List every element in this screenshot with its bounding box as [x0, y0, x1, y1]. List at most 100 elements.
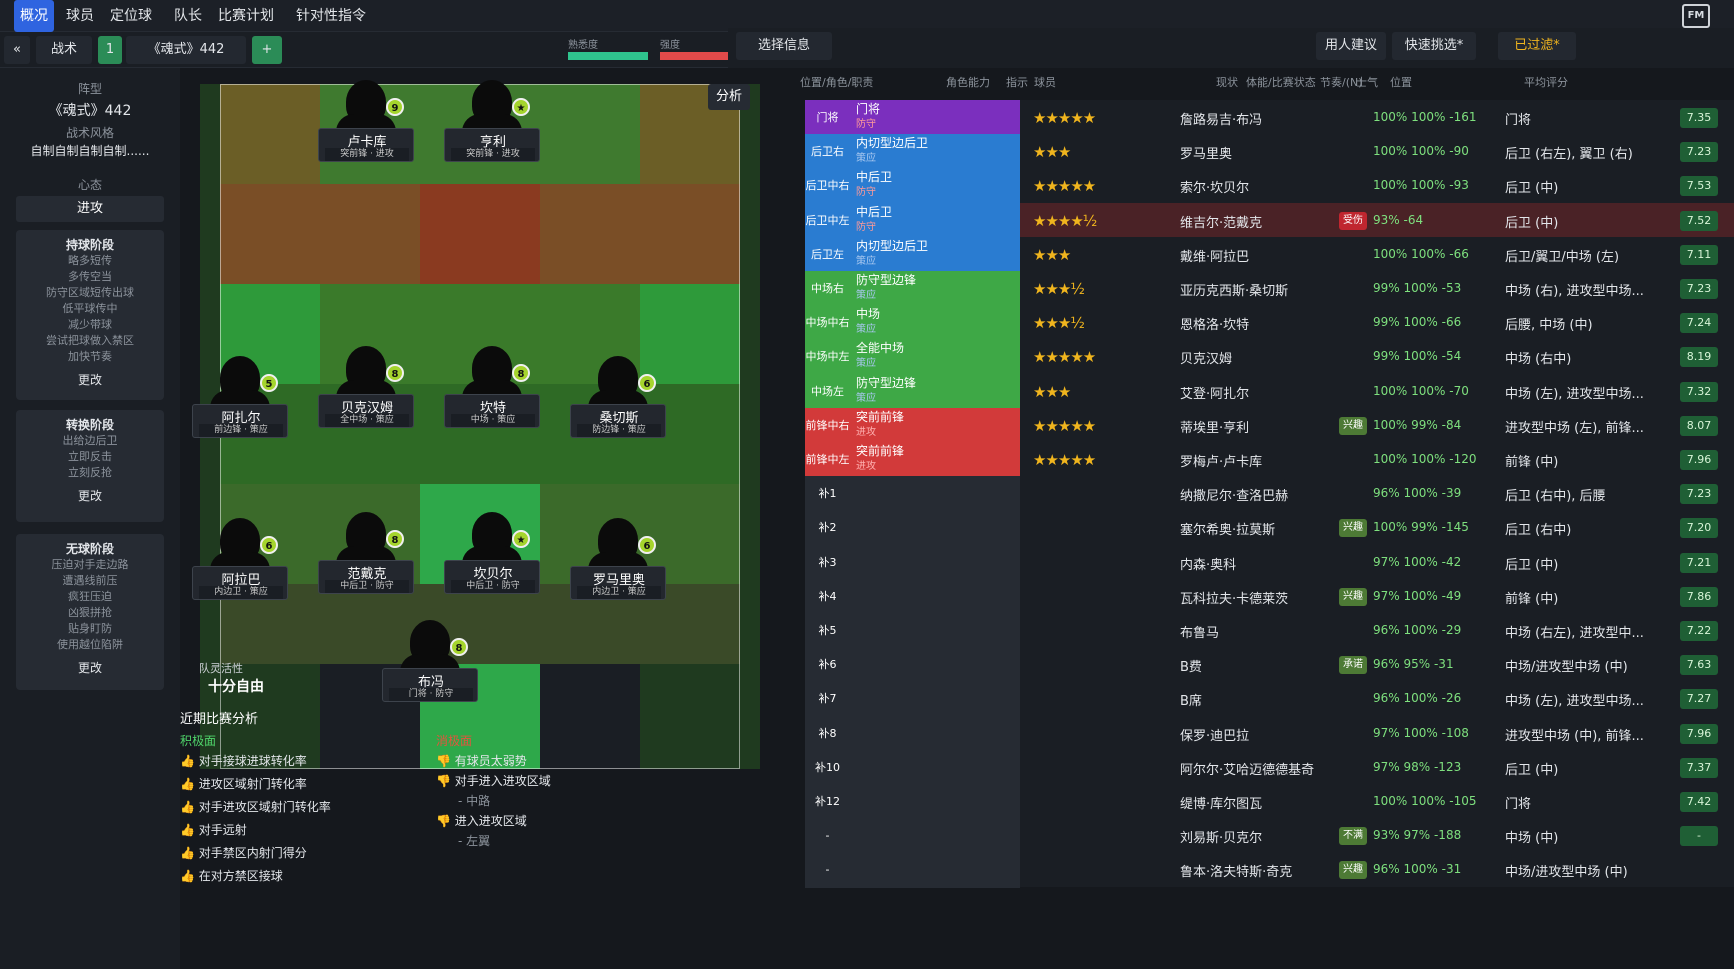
formation-value[interactable]: 《魂式》442 — [0, 100, 180, 120]
position-cell[interactable]: 后卫右 — [805, 134, 850, 171]
player-card[interactable]: ★ 坎贝尔 中后卫 · 防守 — [444, 512, 540, 594]
table-row[interactable]: 中场中左 全能中场 策应 ★★★★★ 贝克汉姆 99% 100% -54 中场 (右中) 8.… — [805, 339, 1734, 376]
change-button[interactable]: 更改 — [16, 371, 164, 388]
table-row[interactable]: 前锋中右 突前前锋 进攻 ★★★★★ 蒂埃里·亨利 兴趣 100% 99% -84 进攻型中场… — [805, 407, 1734, 444]
table-row[interactable]: - 刘易斯·贝克尔 不满 93% 97% -188 中场 (中) - — [805, 818, 1734, 855]
role-cell[interactable]: 中场 策应 — [850, 305, 1020, 342]
player-card[interactable]: 6 桑切斯 防边锋 · 策应 — [570, 356, 666, 438]
table-row[interactable]: 补5 布鲁马 96% 100% -29 中场 (右左), 进攻型中... 7.22 — [805, 613, 1734, 649]
player-name[interactable]: 詹路易吉·布冯 — [1180, 109, 1262, 128]
role-cell[interactable] — [850, 852, 1020, 889]
position-cell[interactable]: 前锋中左 — [805, 442, 850, 478]
player-card[interactable]: 8 范戴克 中后卫 · 防守 — [318, 512, 414, 594]
table-row[interactable]: 后卫左 内切型边后卫 策应 ★★★ 戴维·阿拉巴 100% 100% -66 后卫/翼卫/中… — [805, 236, 1734, 273]
column-header[interactable]: 位置 — [1390, 74, 1412, 90]
position-cell[interactable]: 中场左 — [805, 373, 850, 410]
player-name[interactable]: B席 — [1180, 690, 1202, 709]
table-row[interactable]: 中场右 防守型边锋 策应 ★★★½ 亚历克西斯·桑切斯 99% 100% -53 中场 (右… — [805, 271, 1734, 307]
position-cell[interactable]: 后卫中左 — [805, 202, 850, 239]
role-cell[interactable] — [850, 510, 1020, 547]
role-cell[interactable]: 中后卫 防守 — [850, 168, 1020, 205]
menu-opposition[interactable]: 针对性指令 — [296, 0, 380, 32]
player-name[interactable]: 戴维·阿拉巴 — [1180, 246, 1249, 265]
in-possession-phase[interactable]: 持球阶段 略多短传 多传空当 防守区域短传出球 低平球传中 减少带球 尝试把球做… — [16, 230, 164, 400]
table-row[interactable]: 补8 保罗·迪巴拉 97% 100% -108 进攻型中场 (中), 前锋... 7.9… — [805, 715, 1734, 752]
role-cell[interactable]: 突前前锋 进攻 — [850, 442, 1020, 478]
player-name[interactable]: 贝克汉姆 — [1180, 348, 1232, 367]
tactics-button[interactable]: 战术 — [36, 36, 92, 64]
tactic-slot[interactable]: 1 — [98, 36, 122, 64]
change-button[interactable]: 更改 — [16, 659, 164, 676]
column-header[interactable]: 球员 — [1034, 74, 1056, 90]
quick-pick-button[interactable]: 快速挑选* — [1392, 32, 1476, 60]
role-cell[interactable] — [850, 647, 1020, 684]
position-cell[interactable]: 中场右 — [805, 271, 850, 307]
player-name[interactable]: 亚历克西斯·桑切斯 — [1180, 280, 1288, 299]
analysis-title[interactable]: 近期比赛分析 — [180, 708, 258, 727]
player-role[interactable]: 中后卫 · 防守 — [325, 580, 409, 593]
role-cell[interactable] — [850, 613, 1020, 649]
table-row[interactable]: 前锋中左 突前前锋 进攻 ★★★★★ 罗梅卢·卢卡库 100% 100% -120 前锋 (… — [805, 442, 1734, 478]
position-cell[interactable]: 补12 — [805, 784, 850, 820]
menu-overview[interactable]: 概况 — [14, 0, 54, 32]
role-cell[interactable]: 防守型边锋 策应 — [850, 373, 1020, 410]
select-info-button[interactable]: 选择信息 — [736, 32, 832, 60]
player-card[interactable]: 6 罗马里奥 内边卫 · 策应 — [570, 518, 666, 600]
table-row[interactable]: 补12 缇博·库尔图瓦 100% 100% -105 门将 7.42 — [805, 784, 1734, 820]
column-header[interactable]: 指示 — [1006, 74, 1028, 90]
player-name[interactable]: 恩格洛·坎特 — [1180, 314, 1249, 333]
table-row[interactable]: 补6 B费 承诺 96% 95% -31 中场/进攻型中场 (中) 7.63 — [805, 647, 1734, 684]
menu-match-plan[interactable]: 比赛计划 — [218, 0, 288, 32]
menu-setpieces[interactable]: 定位球 — [110, 0, 166, 32]
table-row[interactable]: 补4 瓦科拉夫·卡德莱茨 兴趣 97% 100% -49 前锋 (中) 7.86 — [805, 578, 1734, 615]
player-name[interactable]: 缇博·库尔图瓦 — [1180, 793, 1262, 812]
role-cell[interactable] — [850, 749, 1020, 786]
player-name[interactable]: 纳撒尼尔·查洛巴赫 — [1180, 485, 1288, 504]
position-cell[interactable]: 补2 — [805, 510, 850, 547]
position-cell[interactable]: 补1 — [805, 476, 850, 513]
player-role[interactable]: 门将 · 防守 — [389, 688, 473, 701]
menu-captain[interactable]: 队长 — [174, 0, 214, 32]
column-header[interactable]: 士气 — [1356, 74, 1378, 90]
position-cell[interactable]: 补5 — [805, 613, 850, 649]
role-cell[interactable]: 门将 防守 — [850, 100, 1020, 136]
player-name[interactable]: 蒂埃里·亨利 — [1180, 417, 1249, 436]
player-name[interactable]: 罗梅卢·卢卡库 — [1180, 451, 1262, 470]
menu-players[interactable]: 球员 — [66, 0, 106, 32]
position-cell[interactable]: 补4 — [805, 578, 850, 615]
table-row[interactable]: 补1 纳撒尼尔·查洛巴赫 96% 100% -39 后卫 (右中), 后腰 7.23 — [805, 476, 1734, 513]
position-cell[interactable]: 补6 — [805, 647, 850, 684]
column-header[interactable]: 体能/比赛状态 — [1246, 74, 1316, 90]
player-name[interactable]: 刘易斯·贝克尔 — [1180, 827, 1262, 846]
table-row[interactable]: 后卫中右 中后卫 防守 ★★★★★ 索尔·坎贝尔 100% 100% -93 后卫 (中) 7… — [805, 168, 1734, 205]
table-row[interactable]: 补2 塞尔希奥·拉莫斯 兴趣 100% 99% -145 后卫 (右中) 7.20 — [805, 510, 1734, 547]
player-card[interactable]: 5 阿扎尔 前边锋 · 策应 — [192, 356, 288, 438]
position-cell[interactable]: 中场中左 — [805, 339, 850, 376]
out-of-possession-phase[interactable]: 无球阶段 压迫对手走边路 遭遇线前压 疯狂压迫 凶狠拼抢 贴身盯防 使用越位陷阱… — [16, 534, 164, 690]
formation-select[interactable]: 《魂式》442 — [126, 36, 246, 64]
player-card[interactable]: 8 贝克汉姆 全中场 · 策应 — [318, 346, 414, 428]
style-value[interactable]: 自制自制自制自制...... — [0, 142, 180, 159]
role-cell[interactable]: 防守型边锋 策应 — [850, 271, 1020, 307]
table-row[interactable]: 补7 B席 96% 100% -26 中场 (左), 进攻型中场... 7.27 — [805, 681, 1734, 718]
player-name[interactable]: 索尔·坎贝尔 — [1180, 177, 1249, 196]
player-name[interactable]: 布鲁马 — [1180, 622, 1219, 641]
analysis-button[interactable]: 分析 — [707, 84, 750, 110]
change-button[interactable]: 更改 — [16, 487, 164, 504]
position-cell[interactable]: 补8 — [805, 715, 850, 752]
role-cell[interactable] — [850, 681, 1020, 718]
player-name[interactable]: 瓦科拉夫·卡德莱茨 — [1180, 588, 1288, 607]
player-card[interactable]: ★ 亨利 突前锋 · 进攻 — [444, 80, 540, 162]
position-cell[interactable]: 门将 — [805, 100, 850, 136]
player-name[interactable]: 艾登·阿扎尔 — [1180, 383, 1249, 402]
position-cell[interactable]: 前锋中右 — [805, 407, 850, 444]
position-cell[interactable]: - — [805, 852, 850, 889]
role-cell[interactable] — [850, 715, 1020, 752]
player-role[interactable]: 防边锋 · 策应 — [577, 424, 661, 437]
column-header[interactable]: 角色能力 — [946, 74, 990, 90]
column-header[interactable]: 现状 — [1216, 74, 1238, 90]
table-row[interactable]: - 鲁本·洛夫特斯·奇克 兴趣 96% 100% -31 中场/进攻型中场 (中) — [805, 852, 1734, 889]
role-cell[interactable] — [850, 544, 1020, 581]
player-role[interactable]: 突前锋 · 进攻 — [451, 148, 535, 161]
player-name[interactable]: 阿尔尔·艾哈迈德德基奇 — [1180, 759, 1314, 778]
